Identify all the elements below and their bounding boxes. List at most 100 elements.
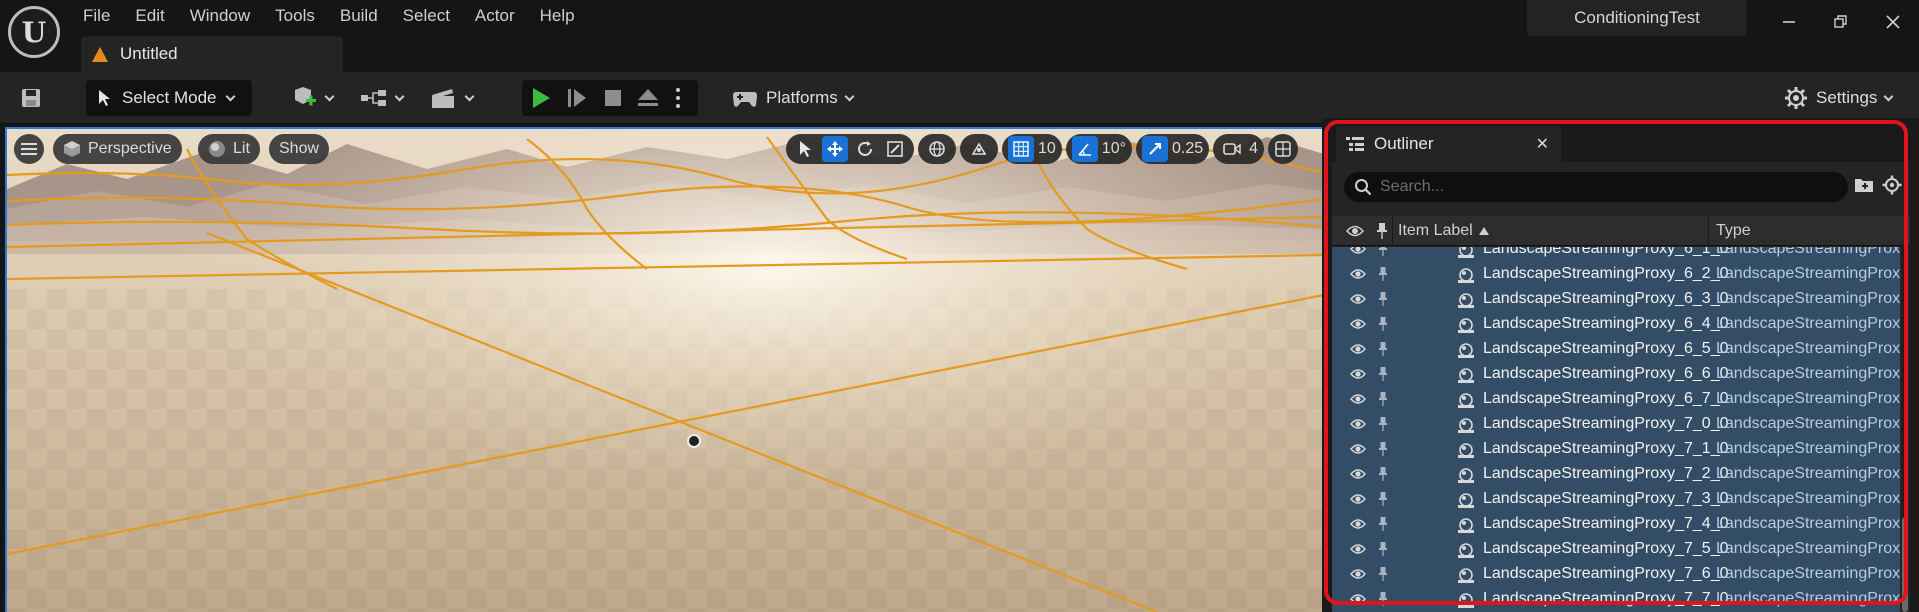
cinematics-button[interactable] <box>430 72 475 124</box>
scale-tool-icon[interactable] <box>882 136 908 162</box>
visibility-eye-icon[interactable] <box>1350 492 1366 510</box>
camera-speed-control[interactable]: 4 <box>1213 134 1265 164</box>
pin-icon[interactable] <box>1378 247 1388 262</box>
scrollbar-thumb[interactable] <box>1902 517 1908 612</box>
table-row[interactable]: LandscapeStreamingProxy_7_1_0 LandscapeSt… <box>1332 437 1900 462</box>
menu-tools[interactable]: Tools <box>262 4 327 28</box>
surface-snap-toggle[interactable] <box>960 134 998 164</box>
type-column[interactable]: Type <box>1716 222 1751 240</box>
pin-icon[interactable] <box>1378 266 1388 287</box>
rotate-tool-icon[interactable] <box>852 136 878 162</box>
visibility-eye-icon[interactable] <box>1350 542 1366 560</box>
visibility-column-eye-icon[interactable] <box>1345 224 1365 243</box>
pin-icon[interactable] <box>1378 416 1388 437</box>
pin-icon[interactable] <box>1378 591 1388 612</box>
outliner-settings-gear-icon[interactable] <box>1882 175 1902 200</box>
visibility-eye-icon[interactable] <box>1350 367 1366 385</box>
add-folder-icon[interactable] <box>1854 176 1874 199</box>
table-row[interactable]: LandscapeStreamingProxy_6_1_0 LandscapeSt… <box>1332 247 1900 262</box>
item-label-column[interactable]: Item Label <box>1398 222 1489 240</box>
table-row[interactable]: LandscapeStreamingProxy_7_7_0 LandscapeSt… <box>1332 587 1900 612</box>
table-row[interactable]: LandscapeStreamingProxy_7_2_0 LandscapeSt… <box>1332 462 1900 487</box>
pin-column-icon[interactable] <box>1376 222 1388 245</box>
pin-icon[interactable] <box>1378 391 1388 412</box>
pin-icon[interactable] <box>1378 441 1388 462</box>
advance-frame-icon[interactable] <box>566 87 588 114</box>
blueprints-button[interactable] <box>360 72 405 124</box>
menu-file[interactable]: File <box>70 4 122 28</box>
add-actor-button[interactable] <box>292 72 335 124</box>
visibility-eye-icon[interactable] <box>1350 467 1366 485</box>
close-window-icon[interactable] <box>1878 8 1908 36</box>
pin-icon[interactable] <box>1378 316 1388 337</box>
viewport-layout-button[interactable] <box>1268 134 1299 164</box>
table-row[interactable]: LandscapeStreamingProxy_6_2_0 LandscapeSt… <box>1332 262 1900 287</box>
table-row[interactable]: LandscapeStreamingProxy_6_5_0 LandscapeSt… <box>1332 337 1900 362</box>
table-row[interactable]: LandscapeStreamingProxy_6_6_0 LandscapeSt… <box>1332 362 1900 387</box>
pin-icon[interactable] <box>1378 541 1388 562</box>
table-row[interactable]: LandscapeStreamingProxy_7_4_0 LandscapeSt… <box>1332 512 1900 537</box>
viewport-options-icon[interactable] <box>14 134 44 164</box>
visibility-eye-icon[interactable] <box>1350 342 1366 360</box>
stop-icon[interactable] <box>602 87 624 114</box>
show-dropdown[interactable]: Show <box>269 134 330 164</box>
menu-build[interactable]: Build <box>327 4 390 28</box>
platforms-button[interactable]: Platforms <box>732 72 855 124</box>
level-viewport[interactable]: Perspective Lit Show 10 10° 0.25 4 <box>5 127 1322 612</box>
scale-snap-control[interactable]: 0.25 <box>1136 134 1210 164</box>
perspective-dropdown[interactable]: Perspective <box>53 134 182 164</box>
settings-button[interactable]: Settings <box>1784 72 1894 124</box>
unreal-logo-icon[interactable]: U <box>8 6 60 58</box>
restore-icon[interactable] <box>1826 8 1856 36</box>
grid-snap-control[interactable]: 10 <box>1002 134 1062 164</box>
landscape-scene[interactable] <box>7 129 1322 612</box>
pin-icon[interactable] <box>1378 566 1388 587</box>
outliner-scrollbar[interactable] <box>1902 247 1908 612</box>
visibility-eye-icon[interactable] <box>1350 292 1366 310</box>
translate-tool-icon[interactable] <box>822 136 848 162</box>
eject-icon[interactable] <box>636 87 660 114</box>
visibility-eye-icon[interactable] <box>1350 517 1366 535</box>
minimize-icon[interactable] <box>1774 8 1804 36</box>
search-input[interactable] <box>1380 178 1820 196</box>
table-row[interactable]: LandscapeStreamingProxy_6_4_0 LandscapeSt… <box>1332 312 1900 337</box>
menu-help[interactable]: Help <box>527 4 587 28</box>
rotation-snap-control[interactable]: 10° <box>1065 134 1132 164</box>
select-mode-dropdown[interactable]: Select Mode <box>86 80 252 116</box>
visibility-eye-icon[interactable] <box>1350 267 1366 285</box>
close-tab-icon[interactable]: ✕ <box>1536 134 1549 154</box>
visibility-eye-icon[interactable] <box>1350 317 1366 335</box>
visibility-eye-icon[interactable] <box>1350 247 1366 260</box>
more-options-icon[interactable] <box>674 86 682 115</box>
pin-icon[interactable] <box>1378 291 1388 312</box>
menu-edit[interactable]: Edit <box>122 4 176 28</box>
table-row[interactable]: LandscapeStreamingProxy_6_3_0 LandscapeSt… <box>1332 287 1900 312</box>
play-icon[interactable] <box>530 87 552 114</box>
table-row[interactable]: LandscapeStreamingProxy_6_7_0 LandscapeSt… <box>1332 387 1900 412</box>
pivot-gizmo-icon[interactable] <box>687 434 701 448</box>
table-row[interactable]: LandscapeStreamingProxy_7_0_0 LandscapeSt… <box>1332 412 1900 437</box>
menu-window[interactable]: Window <box>177 4 262 28</box>
table-row[interactable]: LandscapeStreamingProxy_7_5_0 LandscapeSt… <box>1332 537 1900 562</box>
world-space-toggle[interactable] <box>918 134 956 164</box>
visibility-eye-icon[interactable] <box>1350 442 1366 460</box>
pin-icon[interactable] <box>1378 366 1388 387</box>
visibility-eye-icon[interactable] <box>1350 567 1366 585</box>
pin-icon[interactable] <box>1378 466 1388 487</box>
select-tool-icon[interactable] <box>792 136 818 162</box>
pin-icon[interactable] <box>1378 341 1388 362</box>
visibility-eye-icon[interactable] <box>1350 392 1366 410</box>
menu-select[interactable]: Select <box>390 4 462 28</box>
visibility-eye-icon[interactable] <box>1350 592 1366 610</box>
table-row[interactable]: LandscapeStreamingProxy_7_6_0 LandscapeSt… <box>1332 562 1900 587</box>
pin-icon[interactable] <box>1378 491 1388 512</box>
visibility-eye-icon[interactable] <box>1350 417 1366 435</box>
table-row[interactable]: LandscapeStreamingProxy_7_3_0 LandscapeSt… <box>1332 487 1900 512</box>
view-mode-dropdown[interactable]: Lit <box>198 134 260 164</box>
outliner-search[interactable] <box>1344 172 1848 202</box>
save-icon[interactable] <box>20 72 42 124</box>
outliner-tab[interactable]: Outliner ✕ <box>1336 126 1561 162</box>
level-tab[interactable]: Untitled <box>81 36 343 72</box>
menu-actor[interactable]: Actor <box>462 4 527 28</box>
pin-icon[interactable] <box>1378 516 1388 537</box>
